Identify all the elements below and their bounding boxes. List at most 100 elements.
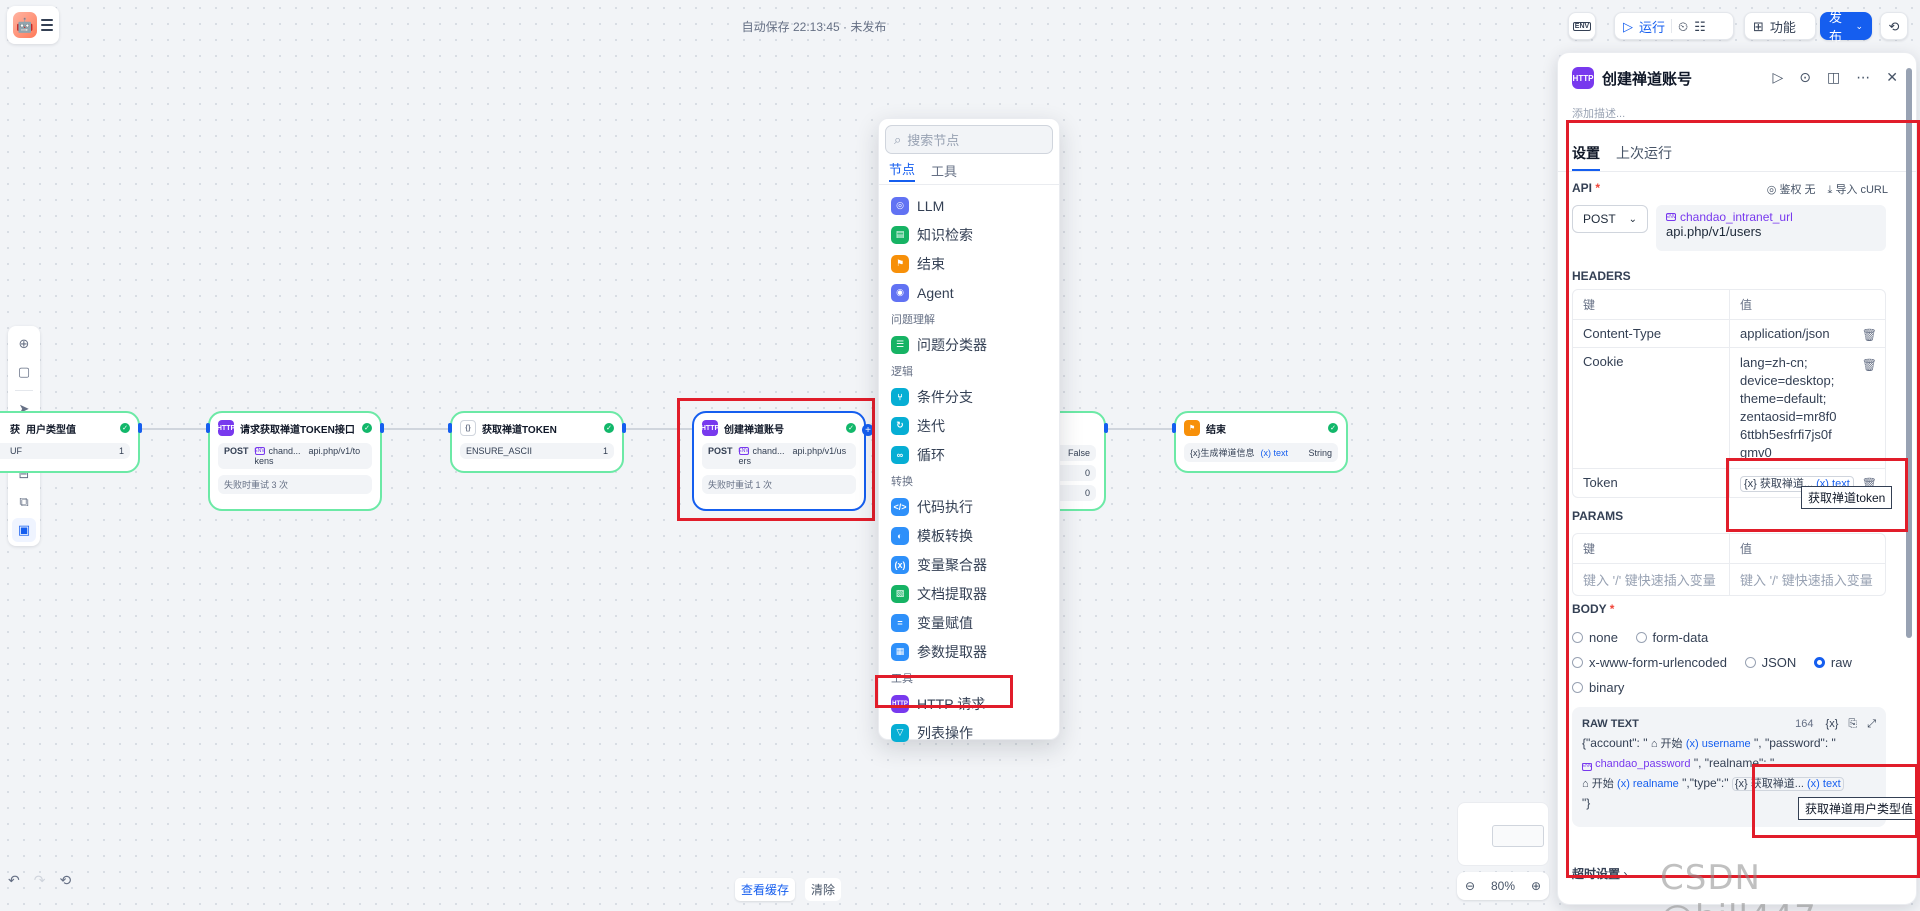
body-type-form-data[interactable]: form-data <box>1635 630 1708 645</box>
undo-icon[interactable]: ↶ <box>8 872 20 889</box>
item-label: 结束 <box>917 255 945 272</box>
node-search-input[interactable]: ⌕ 搜索节点 <box>885 125 1053 154</box>
tab-settings[interactable]: 设置 <box>1572 143 1600 171</box>
body-type-none[interactable]: none <box>1572 630 1618 645</box>
workflow-node-create-account[interactable]: HTTP 创建禅道账号 ✓ POST ENV chand... api.php/… <box>692 411 866 511</box>
raw-text: ","type":" <box>1682 776 1729 790</box>
code-icon: </> <box>891 497 909 516</box>
body-type-urlencoded[interactable]: x-www-form-urlencoded <box>1572 655 1727 670</box>
node-item-agent[interactable]: ◉ Agent <box>887 278 1051 307</box>
list-icon[interactable]: ☷ <box>1694 20 1706 33</box>
minimap-toggle-icon[interactable]: ▣ <box>12 518 36 542</box>
node-item-aggregator[interactable]: (x) 变量聚合器 <box>887 550 1051 579</box>
header-key[interactable]: Content-Type <box>1573 320 1730 347</box>
node-item-end[interactable]: ⚑ 结束 <box>887 249 1051 278</box>
workflow-node-request-token[interactable]: HTTP 请求获取禅道TOKEN接口 ✓ POST ENV chand... a… <box>208 411 382 511</box>
view-cache-button[interactable]: 查看缓存 <box>735 878 796 901</box>
history-icon[interactable]: ⟲ <box>59 872 71 889</box>
zoom-level[interactable]: 80% <box>1491 879 1515 893</box>
node-item-code[interactable]: </> 代码执行 <box>887 492 1051 521</box>
trash-icon[interactable]: 🗑 <box>1862 328 1877 342</box>
node-row-value: 1 <box>118 446 124 456</box>
minimap[interactable] <box>1457 802 1549 866</box>
workflow-node-get-token[interactable]: {} 获取禅道TOKEN ✓ ENSURE_ASCII 1 <box>450 411 624 473</box>
header-key[interactable]: Cookie <box>1573 348 1730 468</box>
history-button[interactable]: ⟲ <box>1880 12 1908 40</box>
add-node-icon[interactable]: ⊕ <box>12 332 36 356</box>
header-value-cell[interactable]: application/json 🗑 <box>1730 320 1885 347</box>
insert-var-icon[interactable]: {x} <box>1826 715 1839 734</box>
panel-title[interactable]: 创建禅道账号 <box>1602 68 1692 89</box>
body-type-binary[interactable]: binary <box>1572 680 1624 695</box>
workflow-node-end[interactable]: ⚑ 结束 ✓ {x}生成禅道信息 (x) text String <box>1174 411 1348 473</box>
http-icon: HTTP <box>891 694 909 713</box>
publish-button[interactable]: 发布 ⌄ <box>1820 10 1872 44</box>
method-select[interactable]: POST ⌄ <box>1572 205 1648 233</box>
header-key[interactable]: Token <box>1573 469 1730 497</box>
doc-extractor-icon: ▧ <box>891 584 909 603</box>
add-description[interactable]: 添加描述... <box>1572 105 1625 121</box>
node-item-http[interactable]: HTTP HTTP 请求 <box>887 689 1051 718</box>
node-item-template[interactable]: ◐ 模板转换 <box>887 521 1051 550</box>
knowledge-icon: ▤ <box>891 225 909 244</box>
item-label: Agent <box>917 284 954 301</box>
node-item-doc-extractor[interactable]: ▧ 文档提取器 <box>887 579 1051 608</box>
assigner-icon: = <box>891 613 909 632</box>
organize-icon[interactable]: ⧉ <box>12 490 36 514</box>
expand-icon[interactable]: ⤢ <box>1867 715 1876 734</box>
workflow-node-user-type[interactable]: 获用户类型值 ✓ UF 1 <box>0 411 140 473</box>
import-curl-button[interactable]: ⤓ 导入 cURL <box>1828 181 1888 197</box>
body-type-raw[interactable]: raw <box>1813 655 1852 670</box>
help-icon[interactable]: ⊙ <box>1799 69 1811 86</box>
node-item-assigner[interactable]: = 变量赋值 <box>887 608 1051 637</box>
header-value-cell[interactable]: lang=zh-cn; device=desktop; theme=defaul… <box>1730 348 1885 468</box>
node-item-knowledge[interactable]: ▤ 知识检索 <box>887 220 1051 249</box>
run-button[interactable]: 运行 <box>1639 17 1665 36</box>
book-icon[interactable]: ◫ <box>1827 69 1840 86</box>
copy-icon[interactable]: ⎘ <box>1848 715 1857 734</box>
feature-button[interactable]: ⊞ 功能 <box>1744 12 1816 40</box>
panel-scrollbar[interactable] <box>1906 68 1912 638</box>
env-button[interactable]: ENV <box>1568 12 1596 40</box>
item-label: 列表操作 <box>917 724 973 741</box>
node-picker-popup: ⌕ 搜索节点 节点 工具 ◎ LLM ▤ 知识检索 ⚑ 结束 ◉ Agent 问题理解 … <box>878 118 1060 742</box>
search-placeholder: 搜索节点 <box>907 133 960 148</box>
node-item-param-extractor[interactable]: ▦ 参数提取器 <box>887 637 1051 666</box>
node-title: 用户类型值 <box>26 424 76 436</box>
url-input[interactable]: ENV chandao_intranet_url api.php/v1/users <box>1656 205 1886 251</box>
body-type-json[interactable]: JSON <box>1744 655 1796 670</box>
auth-button[interactable]: ◎ 鉴权 无 <box>1767 181 1816 197</box>
autosave-status: 自动保存 22:13:45 · 未发布 <box>741 20 887 34</box>
play-icon[interactable]: ▷ <box>1623 20 1633 33</box>
add-next-node-icon[interactable]: + <box>862 424 874 436</box>
param-key-input[interactable]: 键入 '/' 键快速插入变量 <box>1573 564 1730 595</box>
node-item-classifier[interactable]: ☰ 问题分类器 <box>887 330 1051 359</box>
timeout-label[interactable]: 超时设置 <box>1572 867 1620 881</box>
trash-icon[interactable]: 🗑 <box>1862 356 1877 374</box>
node-row-label: UF <box>10 446 22 456</box>
node-item-loop[interactable]: ∞ 循环 <box>887 440 1051 469</box>
checklist-icon[interactable]: ⏲ <box>1678 20 1688 33</box>
success-check-icon: ✓ <box>1328 423 1338 433</box>
clear-button[interactable]: 清除 <box>805 878 842 901</box>
tab-tools[interactable]: 工具 <box>931 161 957 180</box>
node-item-llm[interactable]: ◎ LLM <box>887 191 1051 220</box>
raw-var-type-t: (x) text <box>1807 778 1841 790</box>
zoom-in-icon[interactable]: ⊕ <box>1531 879 1541 893</box>
redo-icon[interactable]: ↷ <box>34 872 46 889</box>
more-icon[interactable]: ⋯ <box>1856 69 1870 86</box>
node-item-ifelse[interactable]: ⑂ 条件分支 <box>887 382 1051 411</box>
api-label: API <box>1572 181 1593 195</box>
node-url-var: chand... <box>268 446 301 456</box>
success-check-icon: ✓ <box>362 423 372 433</box>
node-item-iteration[interactable]: ↻ 迭代 <box>887 411 1051 440</box>
tab-nodes[interactable]: 节点 <box>889 159 916 182</box>
param-value-input[interactable]: 键入 '/' 键快速插入变量 <box>1730 564 1885 595</box>
run-node-icon[interactable]: ▷ <box>1773 69 1784 86</box>
note-icon[interactable]: ▢ <box>12 360 36 384</box>
close-icon[interactable]: ✕ <box>1886 69 1898 86</box>
tab-last-run[interactable]: 上次运行 <box>1616 143 1672 171</box>
zoom-out-icon[interactable]: ⊖ <box>1465 879 1475 893</box>
auth-label: 鉴权 无 <box>1779 184 1816 196</box>
node-item-list-op[interactable]: ▽ 列表操作 <box>887 718 1051 747</box>
